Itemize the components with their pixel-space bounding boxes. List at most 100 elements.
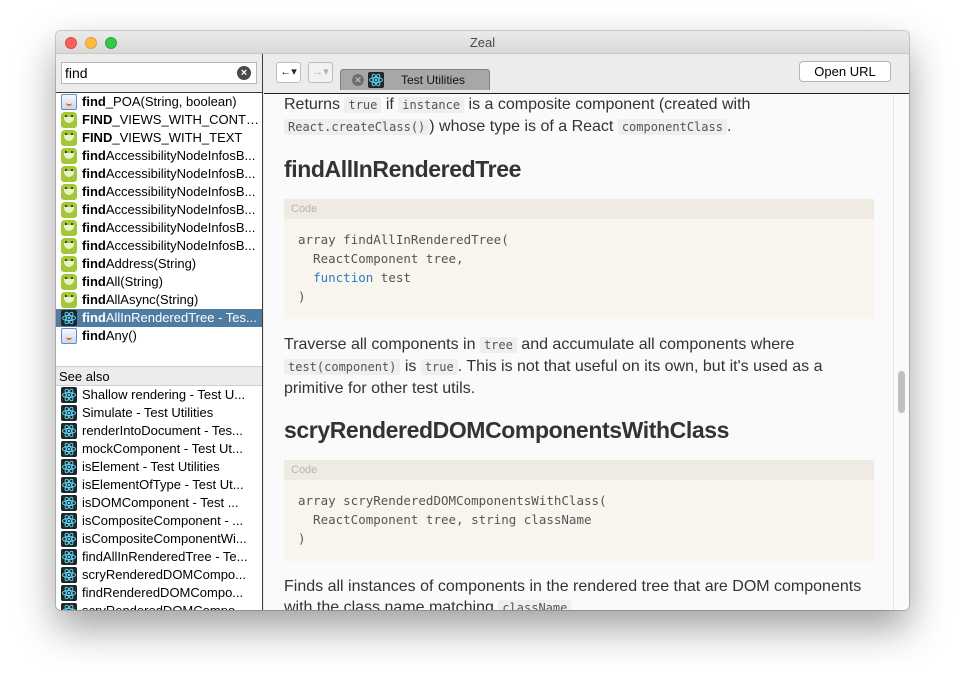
result-item[interactable]: findAll(String) bbox=[56, 273, 262, 291]
minimize-window-button[interactable] bbox=[85, 37, 97, 49]
result-item[interactable]: findAddress(String) bbox=[56, 255, 262, 273]
text: ) whose type is of a React bbox=[429, 118, 618, 135]
code-line: ) bbox=[298, 531, 306, 546]
result-label: findAccessibilityNodeInfosB... bbox=[82, 237, 260, 255]
code-caption: Code bbox=[284, 199, 874, 219]
inline-code: instance bbox=[398, 97, 465, 113]
result-label: findAllInRenderedTree - Tes... bbox=[82, 309, 260, 327]
result-rest: AllInRenderedTree - Tes... bbox=[105, 310, 257, 325]
code-block: Code array scryRenderedDOMComponentsWith… bbox=[284, 460, 874, 561]
see-also-label: Simulate - Test Utilities bbox=[82, 405, 214, 420]
text: and accumulate all components where bbox=[516, 336, 795, 353]
see-also-label: renderIntoDocument - Tes... bbox=[82, 423, 243, 438]
react-icon bbox=[61, 495, 77, 511]
result-item[interactable]: findAllInRenderedTree - Tes... bbox=[56, 309, 262, 327]
code-keyword: function bbox=[313, 270, 374, 285]
see-also-item[interactable]: isDOMComponent - Test ... bbox=[56, 494, 262, 512]
inline-code: true bbox=[420, 359, 458, 375]
result-rest: AccessibilityNodeInfosB... bbox=[105, 148, 256, 163]
inline-code: tree bbox=[479, 337, 517, 353]
heading-scry-rendered-dom-components-with-class: scryRenderedDOMComponentsWithClass bbox=[284, 417, 729, 443]
see-also-item[interactable]: isElement - Test Utilities bbox=[56, 458, 262, 476]
see-also-item[interactable]: Shallow rendering - Test U... bbox=[56, 386, 262, 404]
app-window: Zeal find × find_POA(String, boolean) FIN… bbox=[56, 31, 909, 610]
result-item[interactable]: findAny() bbox=[56, 327, 262, 345]
match-highlight: find bbox=[82, 328, 106, 343]
result-item[interactable]: find_POA(String, boolean) bbox=[56, 93, 262, 111]
forward-button[interactable]: →▾ bbox=[308, 62, 333, 83]
result-label: findAllAsync(String) bbox=[82, 291, 260, 309]
close-window-button[interactable] bbox=[65, 37, 77, 49]
vertical-scrollbar[interactable] bbox=[893, 94, 909, 610]
react-icon bbox=[61, 387, 77, 403]
result-rest: Address(String) bbox=[105, 256, 197, 271]
back-arrow-icon: ←▾ bbox=[280, 66, 297, 78]
code-line: test bbox=[373, 270, 411, 285]
result-item[interactable]: findAccessibilityNodeInfosB... bbox=[56, 147, 262, 165]
result-rest: AccessibilityNodeInfosB... bbox=[105, 238, 256, 253]
code-text: array scryRenderedDOMComponentsWithClass… bbox=[284, 480, 874, 561]
result-item[interactable]: findAllAsync(String) bbox=[56, 291, 262, 309]
android-icon bbox=[61, 220, 77, 236]
react-icon bbox=[368, 72, 384, 88]
results-list[interactable]: find_POA(String, boolean) FIND_VIEWS_WITH… bbox=[56, 92, 262, 367]
heading-find-all-in-rendered-tree: findAllInRenderedTree bbox=[284, 156, 521, 182]
close-tab-icon[interactable]: ✕ bbox=[352, 74, 364, 86]
see-also-item[interactable]: scryRenderedDOMCompo... bbox=[56, 602, 262, 610]
android-icon bbox=[61, 238, 77, 254]
see-also-label: findAllInRenderedTree - Te... bbox=[82, 549, 248, 564]
see-also-item[interactable]: mockComponent - Test Ut... bbox=[56, 440, 262, 458]
result-item[interactable]: findAccessibilityNodeInfosB... bbox=[56, 201, 262, 219]
result-item[interactable]: FIND_VIEWS_WITH_CONTEN... bbox=[56, 111, 262, 129]
see-also-item[interactable]: isElementOfType - Test Ut... bbox=[56, 476, 262, 494]
see-also-item[interactable]: isCompositeComponentWi... bbox=[56, 530, 262, 548]
see-also-label: findRenderedDOMCompo... bbox=[82, 585, 244, 600]
react-icon bbox=[61, 423, 77, 439]
see-also-item[interactable]: scryRenderedDOMCompo... bbox=[56, 566, 262, 584]
see-also-item[interactable]: isCompositeComponent - ... bbox=[56, 512, 262, 530]
see-also-item[interactable]: renderIntoDocument - Tes... bbox=[56, 422, 262, 440]
result-label: findAccessibilityNodeInfosB... bbox=[82, 183, 260, 201]
see-also-item[interactable]: findAllInRenderedTree - Te... bbox=[56, 548, 262, 566]
text: Traverse all components in bbox=[284, 336, 480, 353]
result-label: findAccessibilityNodeInfosB... bbox=[82, 147, 260, 165]
open-url-button[interactable]: Open URL bbox=[799, 61, 891, 82]
react-icon bbox=[61, 459, 77, 475]
result-item[interactable]: FIND_VIEWS_WITH_TEXT bbox=[56, 129, 262, 147]
tab-test-utilities[interactable]: ✕ Test Utilities bbox=[340, 69, 490, 90]
result-rest: Any() bbox=[105, 328, 137, 343]
see-also-item[interactable]: Simulate - Test Utilities bbox=[56, 404, 262, 422]
react-icon bbox=[61, 310, 77, 326]
result-rest: AccessibilityNodeInfosB... bbox=[105, 184, 256, 199]
match-highlight: find bbox=[82, 166, 106, 181]
match-highlight: find bbox=[82, 238, 106, 253]
result-item[interactable]: findAccessibilityNodeInfosB... bbox=[56, 165, 262, 183]
android-icon bbox=[61, 166, 77, 182]
match-highlight: find bbox=[82, 292, 106, 307]
sidebar: find × find_POA(String, boolean) FIND_VIE… bbox=[56, 54, 263, 610]
java-icon bbox=[61, 94, 77, 110]
paragraph-returns: Returns true if instance is a composite … bbox=[284, 94, 874, 138]
search-input[interactable]: find × bbox=[61, 62, 257, 84]
search-value: find bbox=[65, 65, 88, 81]
inline-code: className bbox=[498, 600, 572, 610]
result-item[interactable]: findAccessibilityNodeInfosB... bbox=[56, 183, 262, 201]
react-icon bbox=[61, 477, 77, 493]
match-highlight: FIND bbox=[82, 130, 113, 145]
result-item[interactable]: findAccessibilityNodeInfosB... bbox=[56, 237, 262, 255]
text: is bbox=[400, 358, 421, 375]
match-highlight: find bbox=[82, 274, 106, 289]
clear-circle-icon[interactable]: × bbox=[237, 66, 251, 80]
result-label: FIND_VIEWS_WITH_CONTEN... bbox=[82, 111, 260, 129]
android-icon bbox=[61, 184, 77, 200]
result-label: findAny() bbox=[82, 327, 260, 345]
match-highlight: find bbox=[82, 202, 106, 217]
tab-label: Test Utilities bbox=[401, 73, 466, 87]
see-also-item[interactable]: findRenderedDOMCompo... bbox=[56, 584, 262, 602]
zoom-window-button[interactable] bbox=[105, 37, 117, 49]
see-also-list[interactable]: Shallow rendering - Test U... Simulate - … bbox=[56, 385, 262, 610]
scrollbar-thumb[interactable] bbox=[898, 371, 905, 413]
result-item[interactable]: findAccessibilityNodeInfosB... bbox=[56, 219, 262, 237]
back-button[interactable]: ←▾ bbox=[276, 62, 301, 83]
result-rest: _VIEWS_WITH_CONTEN... bbox=[112, 112, 260, 127]
